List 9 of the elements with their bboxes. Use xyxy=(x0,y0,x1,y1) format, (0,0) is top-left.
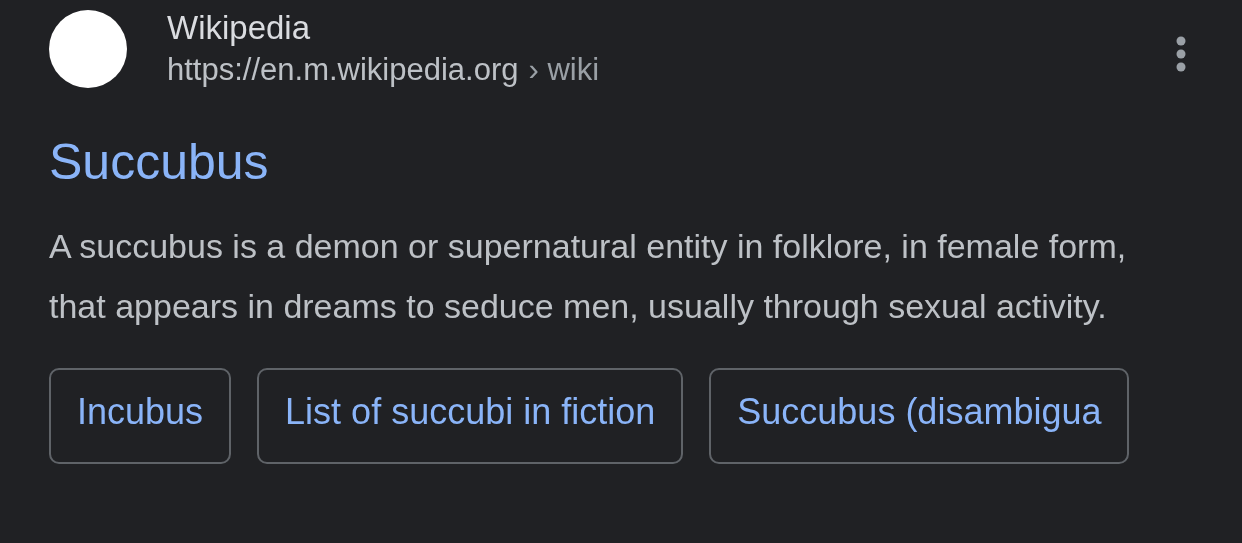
result-snippet: A succubus is a demon or supernatural entity in folklore, in female form, that appears in dreams to seduce men, usually through sexual activity. xyxy=(49,226,1128,327)
related-link-chip[interactable]: Succubus (disambigua xyxy=(709,368,1130,464)
more-options-icon[interactable] xyxy=(1176,36,1186,72)
site-url: https://en.m.wikipedia.org xyxy=(167,52,519,88)
url-breadcrumb: › wiki xyxy=(528,52,600,88)
result-title-link[interactable]: Succubus xyxy=(49,132,269,192)
related-link-chip[interactable]: List of succubi in fiction xyxy=(257,368,684,464)
related-link-chip[interactable]: Incubus xyxy=(49,368,232,464)
site-name: Wikipedia xyxy=(167,10,312,46)
